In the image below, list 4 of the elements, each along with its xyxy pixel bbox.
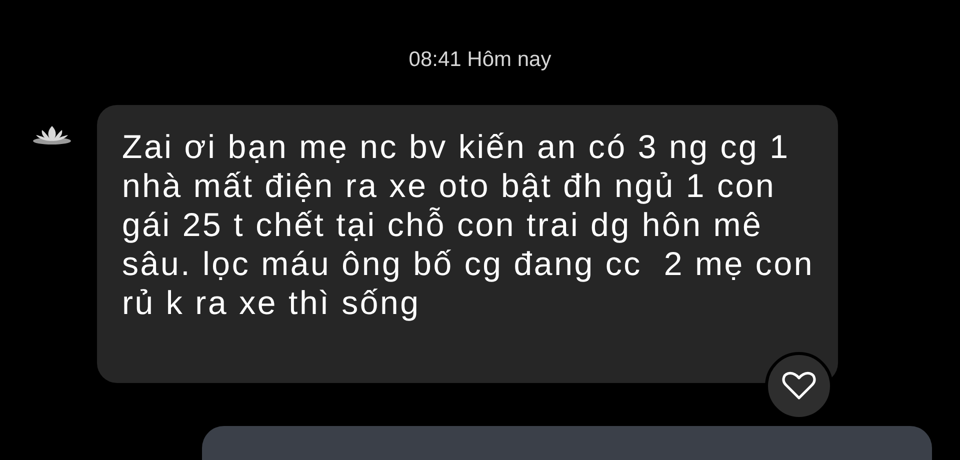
message-text: Zai ơi bạn mẹ nc bv kiến an có 3 ng cg 1 nhà mất điện ra xe oto bật đh ngủ 1 con gái 25 t chết tại chỗ con trai dg hôn mê sâu. lọc máu ông bố cg đang cc 2 mẹ con rủ k ra xe thì sống — [122, 127, 816, 322]
timestamp: 08:41 Hôm nay — [408, 48, 552, 72]
lotus-icon — [32, 124, 72, 146]
heart-icon — [782, 371, 816, 401]
